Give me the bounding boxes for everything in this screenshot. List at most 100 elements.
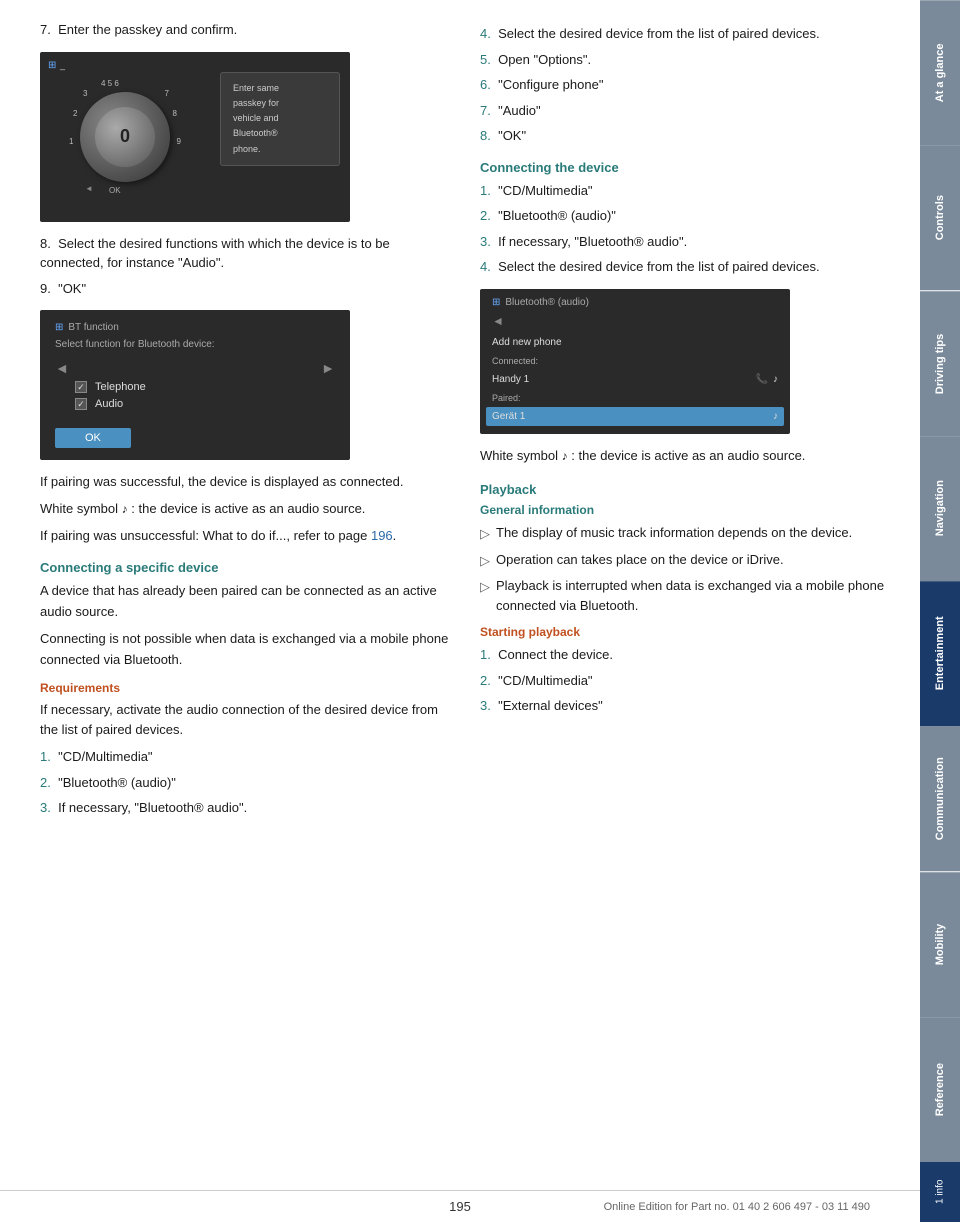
bt-box-arrow-left: ◄ xyxy=(492,314,504,328)
bullet-1: ▷ The display of music track information… xyxy=(480,523,890,544)
bt-box-title-text: Bluetooth® (audio) xyxy=(505,297,589,308)
cd-step-4-num: 4. xyxy=(480,259,491,274)
bt-handy1: Handy 1 📞 ♪ xyxy=(492,370,778,389)
right-step-8-text: "OK" xyxy=(498,128,526,143)
knob-area: 4 5 6 3 7 2 8 1 9 0 ◄ xyxy=(60,72,190,202)
cd-step-3: 3. If necessary, "Bluetooth® audio". xyxy=(480,232,890,252)
requirements-text: If necessary, activate the audio connect… xyxy=(40,700,450,742)
bullet-3: ▷ Playback is interrupted when data is e… xyxy=(480,576,890,615)
right-step-8: 8. "OK" xyxy=(480,126,890,146)
req-steps: 1. "CD/Multimedia" 2. "Bluetooth® (audio… xyxy=(40,747,450,818)
sidebar-tab-controls[interactable]: Controls xyxy=(920,145,960,290)
bt-function-title: ⊞ BT function xyxy=(55,322,335,333)
connecting-para1: A device that has already been paired ca… xyxy=(40,581,450,623)
bullet-1-text: The display of music track information d… xyxy=(496,523,852,543)
req-step-1: 1. "CD/Multimedia" xyxy=(40,747,450,767)
bullet-3-text: Playback is interrupted when data is exc… xyxy=(496,576,890,615)
step-8-text: Select the desired functions with which … xyxy=(40,236,390,271)
arrow-left: ◄ xyxy=(55,360,69,376)
device-screen: Enter samepasskey forvehicle andBluetoot… xyxy=(220,72,340,166)
bluetooth-audio-box: ⊞ Bluetooth® (audio) ◄ Add new phone Con… xyxy=(480,289,790,434)
bt-box-nav: ◄ xyxy=(492,314,778,328)
right-sidebar: At a glance Controls Driving tips Naviga… xyxy=(920,0,960,1222)
requirements-heading: Requirements xyxy=(40,681,450,695)
bt-device1-icons: 📞 ♪ xyxy=(756,374,778,385)
sidebar-tab-mobility[interactable]: Mobility xyxy=(920,872,960,1017)
bt-function-box: ⊞ BT function Select function for Blueto… xyxy=(40,310,350,460)
bt-subtitle: Select function for Bluetooth device: xyxy=(55,339,335,350)
phone-icon: 📞 xyxy=(756,374,768,385)
bt-telephone-label: Telephone xyxy=(95,381,146,393)
bt-audio-label: Audio xyxy=(95,398,123,410)
knob-inner: 0 xyxy=(95,107,155,167)
right-step-6: 6. "Configure phone" xyxy=(480,75,890,95)
bt-function-title-text: BT function xyxy=(68,322,118,333)
cd-step-4: 4. Select the desired device from the li… xyxy=(480,257,890,277)
step-9: 9. "OK" xyxy=(40,279,450,299)
step-9-text: "OK" xyxy=(58,281,86,296)
footer-text: Online Edition for Part no. 01 40 2 606 … xyxy=(604,1201,870,1213)
checkbox-telephone: ✓ xyxy=(75,381,87,393)
connecting-specific-device-heading: Connecting a specific device xyxy=(40,560,450,575)
sidebar-tab-communication[interactable]: Communication xyxy=(920,726,960,871)
bt-options: ✓ Telephone ✓ Audio xyxy=(75,381,335,410)
req-step-3-text: If necessary, "Bluetooth® audio". xyxy=(58,800,247,815)
pairing-failed-text: If pairing was unsuccessful: What to do … xyxy=(40,526,450,547)
page-footer: 195 Online Edition for Part no. 01 40 2 … xyxy=(0,1190,920,1222)
music-icon-3: ♪ xyxy=(773,411,778,422)
sidebar-tab-driving-tips[interactable]: Driving tips xyxy=(920,291,960,436)
bt-device1-text: Handy 1 xyxy=(492,374,529,385)
sp-step-3-text: "External devices" xyxy=(498,698,603,713)
general-info-heading: General information xyxy=(480,503,890,517)
white-symbol-label: White symbol xyxy=(40,501,118,516)
cd-step-3-num: 3. xyxy=(480,234,491,249)
bullet-2-text: Operation can takes place on the device … xyxy=(496,550,784,570)
bt-device2-icons: ♪ xyxy=(773,411,778,422)
page-number: 195 xyxy=(449,1199,471,1214)
step-7-number: 7. xyxy=(40,22,51,37)
sidebar-tab-navigation[interactable]: Navigation xyxy=(920,436,960,581)
req-step-1-num: 1. xyxy=(40,749,51,764)
step-7-text: Enter the passkey and confirm. xyxy=(58,22,237,37)
bt-option-audio: ✓ Audio xyxy=(75,398,335,410)
right-step-5-text: Open "Options". xyxy=(498,52,591,67)
step-8-number: 8. xyxy=(40,236,51,251)
sp-step-1-num: 1. xyxy=(480,647,491,662)
bullet-arrow-1: ▷ xyxy=(480,524,490,544)
audio-source-label-1: : the device is active as an audio sourc… xyxy=(131,501,365,516)
cd-step-4-text: Select the desired device from the list … xyxy=(498,259,820,274)
connecting-para2: Connecting is not possible when data is … xyxy=(40,629,450,671)
bullet-arrow-2: ▷ xyxy=(480,551,490,571)
sp-step-1-text: Connect the device. xyxy=(498,647,613,662)
sp-step-1: 1. Connect the device. xyxy=(480,645,890,665)
page-196-link[interactable]: 196 xyxy=(371,528,393,543)
bt-add-phone-text: Add new phone xyxy=(492,337,562,348)
cd-step-2-num: 2. xyxy=(480,208,491,223)
sidebar-tab-reference[interactable]: Reference xyxy=(920,1017,960,1162)
sidebar-tab-entertainment[interactable]: Entertainment xyxy=(920,581,960,726)
bt-gerat1: Gerät 1 ♪ xyxy=(486,407,784,426)
step-8: 8. Select the desired functions with whi… xyxy=(40,234,450,273)
right-step-5: 5. Open "Options". xyxy=(480,50,890,70)
right-step-4: 4. Select the desired device from the li… xyxy=(480,24,890,44)
right-step-7-num: 7. xyxy=(480,103,491,118)
bt-device2-text: Gerät 1 xyxy=(492,411,525,422)
req-step-2-num: 2. xyxy=(40,775,51,790)
req-step-2-text: "Bluetooth® (audio)" xyxy=(58,775,176,790)
sp-steps: 1. Connect the device. 2. "CD/Multimedia… xyxy=(480,645,890,716)
bt-paired-label: Paired: xyxy=(492,389,778,407)
right-step-6-num: 6. xyxy=(480,77,491,92)
cd-step-2: 2. "Bluetooth® (audio)" xyxy=(480,206,890,226)
cd-step-1-text: "CD/Multimedia" xyxy=(498,183,592,198)
bt-ok-button[interactable]: OK xyxy=(55,428,131,448)
right-step-4-text: Select the desired device from the list … xyxy=(498,26,820,41)
sidebar-tab-at-a-glance[interactable]: At a glance xyxy=(920,0,960,145)
cd-step-1: 1. "CD/Multimedia" xyxy=(480,181,890,201)
right-step-4-num: 4. xyxy=(480,26,491,41)
connecting-device-heading: Connecting the device xyxy=(480,160,890,175)
white-symbol-right-label: White symbol xyxy=(480,448,558,463)
req-step-3: 3. If necessary, "Bluetooth® audio". xyxy=(40,798,450,818)
right-steps-4-8: 4. Select the desired device from the li… xyxy=(480,24,890,146)
music-note-1: ♪ xyxy=(122,502,128,516)
bt-paired-label-text: Paired: xyxy=(492,393,521,403)
